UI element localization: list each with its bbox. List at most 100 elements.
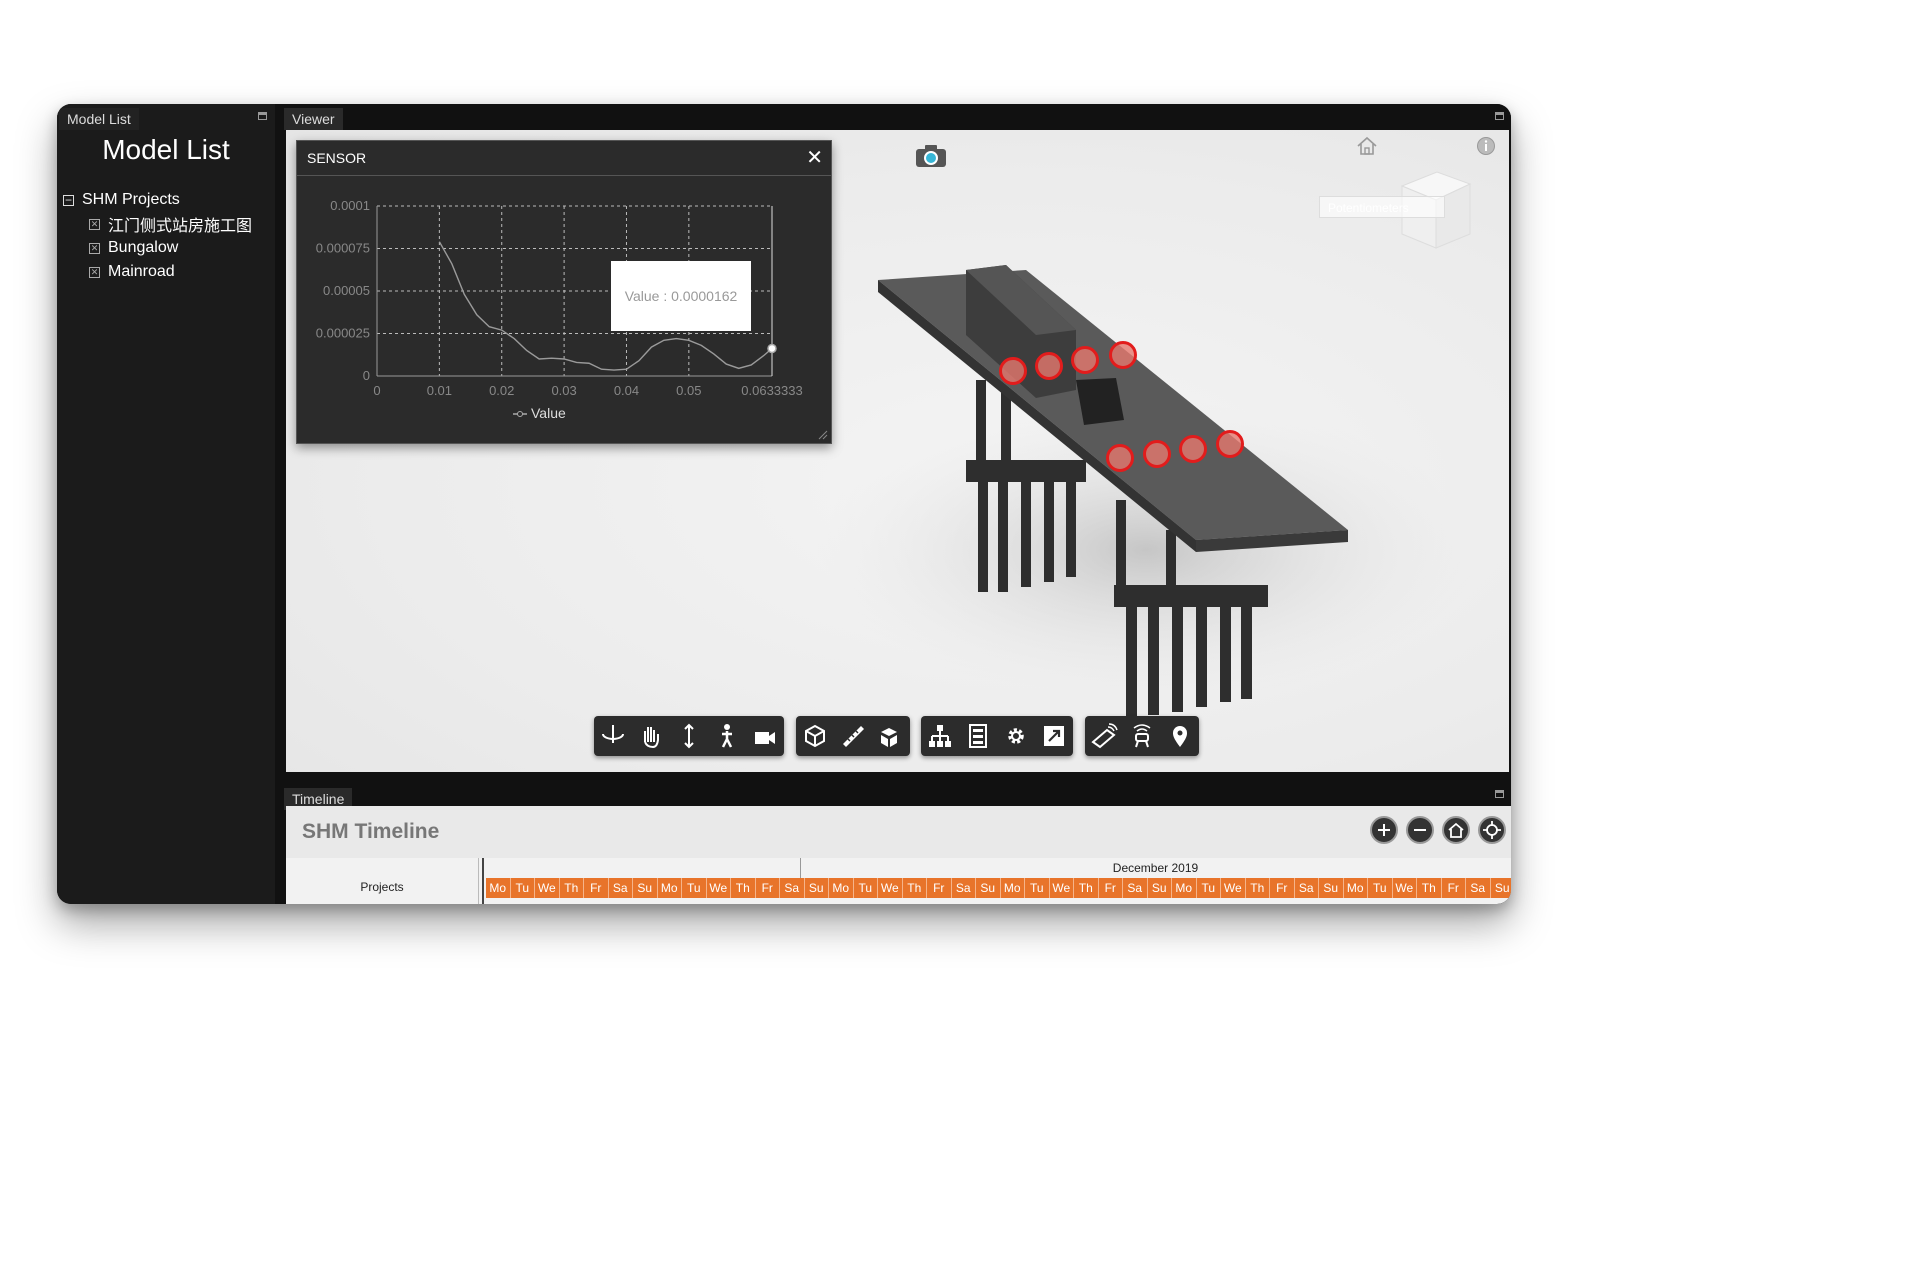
3d-viewport[interactable]: Potentiometers SENSOR ✕ 0 0.01 0.02 0.03 0.0…: [286, 130, 1509, 772]
viewer-tab[interactable]: Viewer: [284, 108, 343, 130]
app-window: Model List Model List − SHM Projects ✕ 江…: [57, 104, 1511, 904]
info-icon[interactable]: [1476, 136, 1496, 156]
day-cell: Fr: [1441, 878, 1466, 898]
day-cell: Mo: [1000, 878, 1025, 898]
day-cell: Su: [1319, 878, 1344, 898]
tree-item-label: Bungalow: [108, 239, 179, 256]
day-cell: Su: [633, 878, 658, 898]
divider: [482, 858, 484, 904]
x-tick-label: 0.03: [551, 383, 576, 398]
sensor-dialog: SENSOR ✕ 0 0.01 0.02 0.03 0.04 0.05 0.0633333 0…: [296, 140, 832, 444]
wireless-sensor-icon[interactable]: [1123, 716, 1161, 756]
tree-item[interactable]: ✕ Mainroad: [63, 260, 252, 284]
toolbar-group: [594, 716, 784, 756]
settings-gear-icon[interactable]: [997, 716, 1035, 756]
section-box-icon[interactable]: [796, 716, 834, 756]
sensor-marker[interactable]: [1179, 435, 1207, 463]
day-cell: Th: [559, 878, 584, 898]
minimize-icon[interactable]: [1495, 112, 1504, 120]
model-list-panel: Model List Model List − SHM Projects ✕ 江…: [57, 104, 275, 904]
day-cell: Tu: [682, 878, 707, 898]
toolbar-group: [796, 716, 910, 756]
x-tick-label: 0.02: [489, 383, 514, 398]
day-cell: Tu: [1196, 878, 1221, 898]
day-cell: Fr: [1270, 878, 1295, 898]
day-cell: Tu: [1368, 878, 1393, 898]
fullscreen-icon[interactable]: [1035, 716, 1073, 756]
sensor-device-icon[interactable]: [1085, 716, 1123, 756]
minimize-icon[interactable]: [258, 112, 267, 120]
walk-person-icon[interactable]: [708, 716, 746, 756]
home-view-icon[interactable]: [1356, 136, 1378, 156]
day-cell: Su: [1490, 878, 1511, 898]
timeline-grid: Projects December 2019 Mo Tu We Th Fr Sa Su Mo T…: [286, 858, 1511, 904]
tree-item-label: Mainroad: [108, 263, 175, 280]
day-cell: Th: [1417, 878, 1442, 898]
tree-root[interactable]: − SHM Projects: [63, 188, 252, 212]
day-cell: We: [1392, 878, 1417, 898]
x-tick-label: 0.0633333: [741, 383, 802, 398]
toolbar-group: [1085, 716, 1199, 756]
zoom-arrows-icon[interactable]: [670, 716, 708, 756]
day-cell: We: [878, 878, 903, 898]
home-icon[interactable]: [1442, 816, 1470, 844]
sensor-marker[interactable]: [1106, 444, 1134, 472]
screenshot-camera-icon[interactable]: [915, 144, 947, 168]
day-cell: We: [1049, 878, 1074, 898]
y-tick-label: 0.000075: [316, 241, 370, 256]
day-cell: Sa: [1294, 878, 1319, 898]
x-tick-label: 0.04: [614, 383, 639, 398]
day-cell: Mo: [486, 878, 511, 898]
properties-icon[interactable]: [959, 716, 997, 756]
pan-hand-icon[interactable]: [632, 716, 670, 756]
close-icon[interactable]: ✕: [806, 141, 823, 175]
locate-target-icon[interactable]: [1478, 816, 1506, 844]
camera-interaction-icon[interactable]: [746, 716, 784, 756]
day-cell: Su: [976, 878, 1001, 898]
model-tree: − SHM Projects ✕ 江门侧式站房施工图 ✕ Bungalow ✕ …: [63, 188, 252, 284]
tree-item[interactable]: ✕ Bungalow: [63, 236, 252, 260]
model-browser-icon[interactable]: [921, 716, 959, 756]
checkbox-icon[interactable]: ✕: [89, 242, 100, 254]
potentiometers-dropdown[interactable]: Potentiometers: [1319, 196, 1445, 218]
sensor-marker[interactable]: [999, 357, 1027, 385]
checkbox-icon[interactable]: ✕: [89, 218, 100, 230]
zoom-out-icon[interactable]: [1406, 816, 1434, 844]
day-cell: Th: [731, 878, 756, 898]
day-cell: Th: [1074, 878, 1099, 898]
legend-label: Value: [531, 405, 566, 421]
sensor-marker[interactable]: [1071, 346, 1099, 374]
collapse-icon[interactable]: −: [63, 194, 74, 206]
day-cell: Fr: [755, 878, 780, 898]
resize-handle-icon[interactable]: [818, 430, 828, 440]
day-cell: Tu: [853, 878, 878, 898]
sensor-marker[interactable]: [1216, 430, 1244, 458]
tree-item[interactable]: ✕ 江门侧式站房施工图: [63, 212, 252, 236]
sensor-dialog-header[interactable]: SENSOR ✕: [297, 141, 831, 176]
x-tick-label: 0.01: [427, 383, 452, 398]
model-list-tab[interactable]: Model List: [59, 108, 139, 130]
sensor-marker[interactable]: [1109, 341, 1137, 369]
day-cell: Tu: [1025, 878, 1050, 898]
value-tooltip: Value : 0.0000162: [611, 261, 751, 331]
data-point: [767, 343, 777, 354]
minimize-icon[interactable]: [1495, 790, 1504, 798]
sensor-marker[interactable]: [1143, 440, 1171, 468]
model-list-title: Model List: [102, 134, 230, 165]
orbit-icon[interactable]: [594, 716, 632, 756]
location-pin-icon[interactable]: [1161, 716, 1199, 756]
timeline-title: SHM Timeline: [302, 820, 440, 843]
checkbox-icon[interactable]: ✕: [89, 266, 100, 278]
y-tick-label: 0.00005: [323, 283, 370, 298]
day-row: Mo Tu We Th Fr Sa Su Mo Tu We Th Fr Sa Su Mo Tu We Th Fr Sa…: [486, 878, 1511, 898]
sensor-marker[interactable]: [1035, 352, 1063, 380]
day-cell: We: [1221, 878, 1246, 898]
day-cell: Sa: [1123, 878, 1148, 898]
day-cell: Th: [902, 878, 927, 898]
x-tick-label: 0.05: [676, 383, 701, 398]
sensor-dialog-title: SENSOR: [307, 150, 367, 166]
explode-model-icon[interactable]: [872, 716, 910, 756]
tree-root-label: SHM Projects: [82, 191, 180, 208]
measure-ruler-icon[interactable]: [834, 716, 872, 756]
zoom-in-icon[interactable]: [1370, 816, 1398, 844]
